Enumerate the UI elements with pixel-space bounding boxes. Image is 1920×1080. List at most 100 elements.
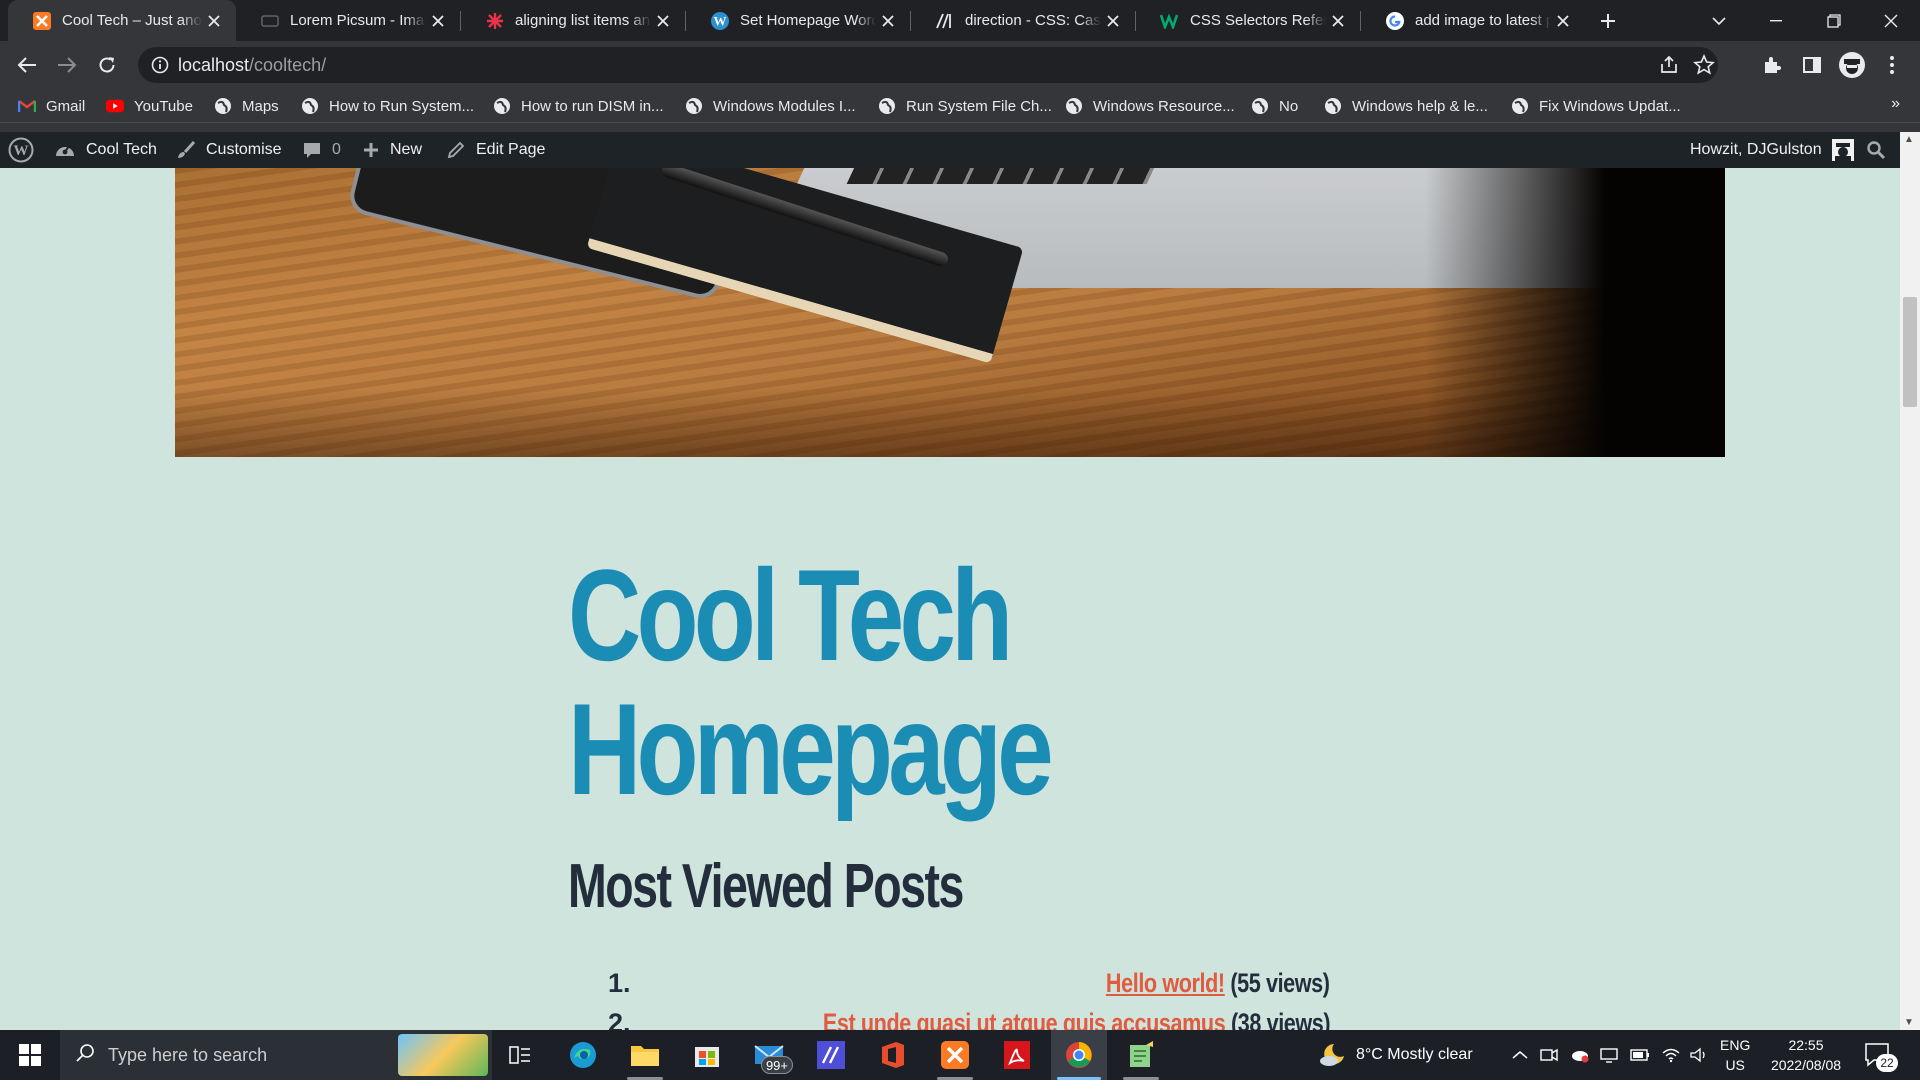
bookmark-how-to-run-dism[interactable]: How to run DISM in...: [493, 95, 664, 117]
notification-center-icon[interactable]: 22: [1864, 1030, 1898, 1080]
restore-button[interactable]: [1805, 0, 1863, 41]
page-title-line-2: Homepage: [568, 676, 1054, 822]
site-name-menu[interactable]: Cool Tech: [54, 132, 157, 168]
minimize-button[interactable]: [1747, 0, 1805, 41]
task-view-icon[interactable]: [492, 1030, 548, 1080]
battery-icon[interactable]: [1630, 1030, 1650, 1080]
new-tab-button[interactable]: [1594, 7, 1622, 35]
wp-logo-menu[interactable]: W: [8, 132, 44, 168]
bookmark-youtube[interactable]: YouTube: [106, 95, 193, 117]
globe-icon: [685, 97, 703, 115]
more-menu-icon[interactable]: [1876, 49, 1908, 81]
post-link[interactable]: Hello world!: [1106, 968, 1225, 998]
bookmark-windows-resource[interactable]: Windows Resource...: [1065, 95, 1235, 117]
side-panel-icon[interactable]: [1796, 49, 1828, 81]
bookmark-windows-help[interactable]: Windows help & le...: [1324, 95, 1488, 117]
list-item: 2. Est unde quasi ut atque quis accusamu…: [590, 1006, 1330, 1030]
tab-add-image[interactable]: add image to latest p: [1361, 0, 1585, 41]
scroll-up-arrow-icon[interactable]: ▲: [1904, 134, 1914, 145]
close-icon[interactable]: [876, 9, 900, 33]
share-icon[interactable]: [1658, 54, 1680, 81]
reload-button[interactable]: [91, 49, 123, 81]
tab-direction-css[interactable]: direction - CSS: Cascading: [911, 0, 1135, 41]
display-icon[interactable]: [1600, 1030, 1618, 1080]
bookmark-label: How to Run System...: [329, 97, 475, 115]
bookmark-windows-modules[interactable]: Windows Modules I...: [685, 95, 856, 117]
onedrive-icon[interactable]: [1570, 1030, 1590, 1080]
comments-link[interactable]: 0: [302, 132, 341, 168]
browser-toolbar: localhost/cooltech/: [0, 41, 1920, 89]
svg-text:W: W: [714, 13, 727, 28]
user-avatar: [1831, 139, 1854, 161]
clock[interactable]: 22:55 2022/08/08: [1762, 1030, 1850, 1080]
close-window-button[interactable]: [1862, 0, 1920, 41]
bookmark-how-to-run-system[interactable]: How to Run System...: [301, 95, 474, 117]
file-explorer-icon[interactable]: [617, 1030, 673, 1080]
forward-button[interactable]: [51, 49, 83, 81]
close-icon[interactable]: [1101, 9, 1125, 33]
bookmark-label: Fix Windows Updat...: [1539, 97, 1681, 115]
bookmark-star-icon[interactable]: [1693, 53, 1715, 81]
office-icon[interactable]: [865, 1030, 921, 1080]
info-icon[interactable]: [150, 55, 170, 75]
list-item-content: Est unde quasi ut atque quis accusamus (…: [823, 1008, 1331, 1030]
close-icon[interactable]: [426, 9, 450, 33]
customise-link[interactable]: Customise: [176, 132, 282, 168]
start-button[interactable]: [0, 1030, 60, 1080]
scroll-down-arrow-icon[interactable]: ▼: [1904, 1017, 1914, 1028]
input-language[interactable]: ENG US: [1720, 1030, 1760, 1080]
my-account-menu[interactable]: Howzit, DJGulston: [1690, 132, 1854, 168]
windows-taskbar: Type here to search 99+ 8°C Mostly clear…: [0, 1030, 1920, 1080]
tab-lorem-picsum[interactable]: Lorem Picsum - Images: [236, 0, 460, 41]
bookmark-run-system-file[interactable]: Run System File Ch...: [878, 95, 1052, 117]
tab-title: direction - CSS: Cascading: [965, 12, 1101, 29]
bookmark-fix-windows-update[interactable]: Fix Windows Updat...: [1511, 95, 1681, 117]
weather-widget[interactable]: 8°C Mostly clear: [1318, 1030, 1473, 1080]
youtube-icon: [106, 97, 124, 115]
edit-page-link[interactable]: Edit Page: [446, 132, 545, 168]
notepad-icon[interactable]: [1113, 1030, 1169, 1080]
tab-aligning-list[interactable]: aligning list items and: [461, 0, 685, 41]
wp-admin-bar: W Cool Tech Customise 0 New Edit Page Ho…: [0, 132, 1900, 168]
extensions-puzzle-icon[interactable]: [1756, 49, 1788, 81]
close-icon[interactable]: [202, 9, 226, 33]
meet-now-icon[interactable]: [1540, 1030, 1558, 1080]
microsoft-store-icon[interactable]: [679, 1030, 735, 1080]
volume-icon[interactable]: [1690, 1030, 1708, 1080]
mail-icon[interactable]: 99+: [741, 1030, 797, 1080]
profile-avatar[interactable]: [1836, 49, 1868, 81]
list-item-number: 1.: [608, 968, 631, 998]
show-hidden-icons-chevron-icon[interactable]: [1512, 1030, 1528, 1080]
admin-search-icon[interactable]: [1866, 132, 1886, 168]
new-content-menu[interactable]: New: [362, 132, 422, 168]
close-icon[interactable]: [1551, 9, 1575, 33]
tab-css-selectors[interactable]: CSS Selectors Reference: [1136, 0, 1360, 41]
tab-cool-tech[interactable]: Cool Tech – Just anoth: [8, 0, 236, 41]
asterisk-icon: [485, 11, 505, 31]
address-bar[interactable]: localhost/cooltech/: [138, 47, 1718, 83]
scroll-thumb[interactable]: [1903, 297, 1917, 407]
url-path: /cooltech/: [249, 55, 327, 75]
tab-search-chevron-icon[interactable]: [1690, 0, 1748, 41]
back-button[interactable]: [11, 49, 43, 81]
browser-window: Cool Tech – Just anoth Lorem Picsum - Im…: [0, 0, 1920, 1080]
close-icon[interactable]: [1326, 9, 1350, 33]
wifi-icon[interactable]: [1662, 1030, 1680, 1080]
edge-icon[interactable]: [555, 1030, 611, 1080]
bookmarks-overflow-button[interactable]: »: [1891, 95, 1900, 113]
close-icon[interactable]: [651, 9, 675, 33]
acrobat-icon[interactable]: [989, 1030, 1045, 1080]
visual-studio-code-icon[interactable]: [803, 1030, 859, 1080]
xampp-taskbar-icon[interactable]: [927, 1030, 983, 1080]
bookmark-gmail[interactable]: Gmail: [18, 95, 85, 117]
chrome-icon[interactable]: [1051, 1030, 1107, 1080]
taskbar-search-box[interactable]: Type here to search: [60, 1030, 492, 1080]
bookmark-label: Windows Resource...: [1093, 97, 1235, 115]
tab-set-homepage[interactable]: W Set Homepage WordPress: [686, 0, 910, 41]
bookmark-maps[interactable]: Maps: [214, 95, 279, 117]
bookmark-no[interactable]: No: [1251, 95, 1298, 117]
gmail-icon: [18, 97, 36, 115]
page-scrollbar[interactable]: ▲ ▼: [1900, 132, 1920, 1030]
post-link[interactable]: Est unde quasi ut atque quis accusamus: [823, 1008, 1226, 1030]
windows-logo-icon: [19, 1044, 41, 1066]
